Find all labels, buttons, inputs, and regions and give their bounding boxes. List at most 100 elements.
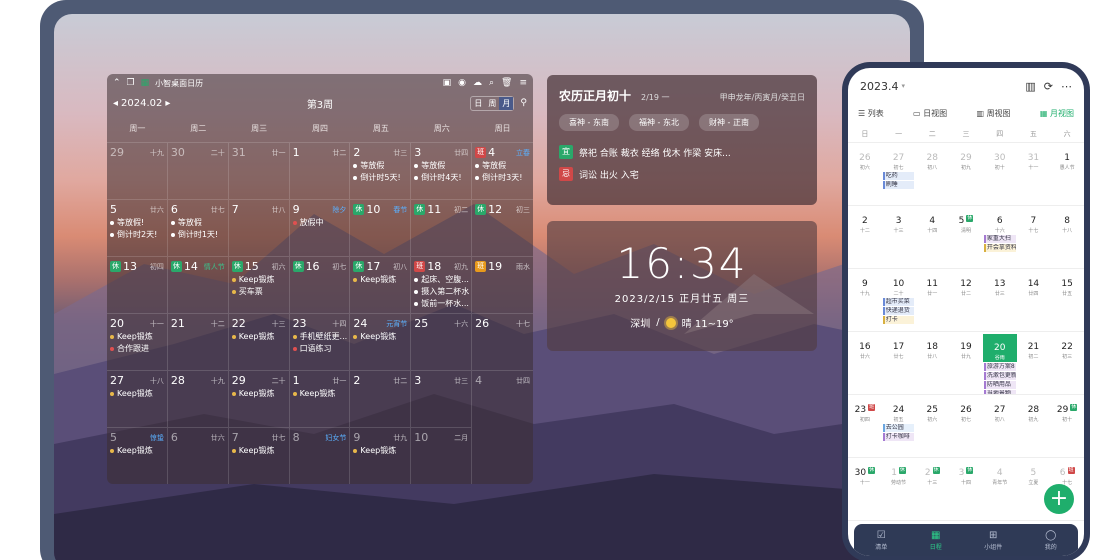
day-cell[interactable]: 3 廿三 [411,370,473,427]
sync-icon[interactable]: ⟳ [1044,80,1053,93]
day-cell[interactable]: 休 15 初六 Keep锻炼 买车票 [228,256,290,313]
event-chip[interactable]: 刷睡 [882,181,915,189]
event-chip[interactable]: 旅游方案8 [983,363,1016,371]
tab-week[interactable]: 周 [485,97,499,110]
event-item[interactable]: 饭前一杯水... [414,298,469,309]
day-cell[interactable]: 9 除夕 放假中 [289,199,351,256]
add-event-button[interactable]: + [1044,484,1074,514]
day-cell[interactable]: 7 十七 [1016,206,1051,269]
event-item[interactable]: 等放假 [353,160,407,171]
event-item[interactable]: 倒计时1天! [170,229,225,240]
day-cell[interactable]: 24 初五 去公园 打卡咖啡 [881,395,916,458]
event-chip[interactable]: 打卡 [882,316,915,324]
day-cell[interactable]: 6 廿七 等放假 倒计时1天! [167,199,229,256]
event-item[interactable]: 放假中 [292,217,347,228]
event-item[interactable]: 倒计时4天! [414,172,468,183]
day-cell[interactable]: 2 休十三 [915,458,950,521]
day-cell[interactable]: 8 妇女节 [289,427,351,484]
event-item[interactable]: Keep锻炼 [231,274,286,285]
day-cell[interactable]: 26 十七 [472,313,533,370]
day-cell[interactable]: 31 廿一 [228,142,290,199]
day-cell[interactable]: 休 13 初四 [107,256,168,313]
nav-list[interactable]: ☑ 清单 [875,530,887,551]
event-item[interactable]: Keep锻炼 [231,388,286,399]
event-item[interactable]: 摄入第二杯水 [414,286,469,297]
day-cell[interactable]: 30 二十 [167,142,229,199]
day-cell[interactable]: 2 十二 [848,206,882,269]
cloud-icon[interactable]: ☁ [473,78,482,88]
event-item[interactable]: 倒计时5天! [353,172,407,183]
day-cell[interactable]: 27 初八 [982,395,1017,458]
search-icon[interactable]: ⌕ [489,78,494,88]
nav-widgets[interactable]: ⊞ 小组件 [984,530,1002,551]
day-cell[interactable]: 27 十八 Keep锻炼 [107,370,168,427]
day-cell[interactable]: 8 十八 [1050,206,1084,269]
day-cell[interactable]: 22 十三 Keep锻炼 [228,313,290,370]
day-cell[interactable]: 3 休十四 [949,458,983,521]
event-item[interactable]: 倒计时3天! [475,172,530,183]
day-cell[interactable]: 17 廿七 [881,332,916,395]
event-item[interactable]: 倒计时2天! [110,229,164,240]
day-cell[interactable]: 23 班初四 [848,395,882,458]
event-item[interactable]: Keep锻炼 [292,388,347,399]
day-cell[interactable]: 3 廿四 等放假 倒计时4天! [411,142,473,199]
day-cell[interactable]: 29 休初十 [1050,395,1084,458]
day-cell[interactable]: 30 初十 [982,143,1017,206]
day-cell[interactable]: 10 二月 [411,427,473,484]
day-cell[interactable]: 7 廿八 [228,199,290,256]
event-item[interactable]: 手机壁纸更... [292,331,347,342]
event-item[interactable]: 口语练习 [292,343,347,354]
day-cell[interactable]: 5 休清明 [949,206,983,269]
day-cell[interactable]: 25 初六 [915,395,950,458]
day-cell[interactable]: 5 立夏 [1016,458,1051,521]
day-cell[interactable]: 18 廿八 [915,332,950,395]
day-cell[interactable]: 11 廿一 [915,269,950,332]
day-cell[interactable]: 2 廿三 等放假 倒计时5天! [350,142,412,199]
day-cell[interactable]: 26 初六 [848,143,882,206]
event-item[interactable]: 起床、空腹... [414,274,469,285]
day-cell[interactable]: 21 初二 [1016,332,1051,395]
day-cell[interactable]: 休 12 初三 [472,199,533,256]
event-item[interactable]: Keep锻炼 [110,445,164,456]
day-cell[interactable]: 20 十一 Keep锻炼 合作跟进 [107,313,168,370]
day-cell[interactable]: 休 11 初二 [411,199,473,256]
event-item[interactable]: 等放假 [170,217,225,228]
menu-icon[interactable]: ≡ [519,78,527,88]
event-item[interactable]: Keep锻炼 [231,331,286,342]
day-cell[interactable]: 班 4 立春 等放假 倒计时3天! [472,142,533,199]
day-cell[interactable]: 休 17 初八 Keep锻炼 [350,256,412,313]
tab-day[interactable]: 日 [471,97,485,110]
chevron-down-icon[interactable]: ▾ [902,82,906,90]
day-cell[interactable]: 21 十二 [167,313,229,370]
event-item[interactable]: 等放假! [110,217,164,228]
event-chip[interactable]: 去公园 [882,424,915,432]
theme-icon[interactable]: ◉ [458,78,466,88]
day-cell[interactable]: 13 廿三 [982,269,1017,332]
event-chip[interactable]: 开会拿资料 [983,244,1016,252]
day-cell[interactable]: 28 十九 [167,370,229,427]
event-item[interactable]: Keep锻炼 [353,331,407,342]
day-cell[interactable]: 27 初七 吃药 刷睡 [881,143,916,206]
event-item[interactable]: 等放假 [475,160,530,171]
day-cell[interactable]: 29 十九 [107,142,168,199]
day-cell[interactable]: 25 十六 [411,313,473,370]
event-item[interactable]: Keep锻炼 [353,274,407,285]
day-cell[interactable]: 休 14 情人节 [167,256,229,313]
day-cell[interactable]: 6 廿六 [167,427,229,484]
more-icon[interactable]: ⋯ [1061,80,1072,93]
event-chip[interactable]: 超市买菜 [882,298,915,306]
day-cell[interactable]: 4 廿四 [472,370,533,427]
event-chip[interactable]: 打卡咖啡 [882,433,915,441]
day-cell[interactable]: 29 初九 [949,143,983,206]
event-chip[interactable]: 防晒用品 [983,381,1016,389]
day-cell[interactable]: 28 初九 [1016,395,1051,458]
day-cell[interactable]: 22 初三 [1050,332,1084,395]
event-item[interactable]: Keep锻炼 [110,388,164,399]
day-cell[interactable]: 7 廿七 Keep锻炼 [228,427,290,484]
day-cell[interactable]: 1 愚人节 [1050,143,1084,206]
day-cell[interactable]: 4 青年节 [982,458,1017,521]
day-cell[interactable]: 9 廿九 Keep锻炼 [350,427,412,484]
day-cell[interactable]: 26 初七 [949,395,983,458]
day-cell[interactable]: 10 二十 超市买菜 快递退货 打卡 [881,269,916,332]
day-cell[interactable]: 休 10 春节 [350,199,412,256]
